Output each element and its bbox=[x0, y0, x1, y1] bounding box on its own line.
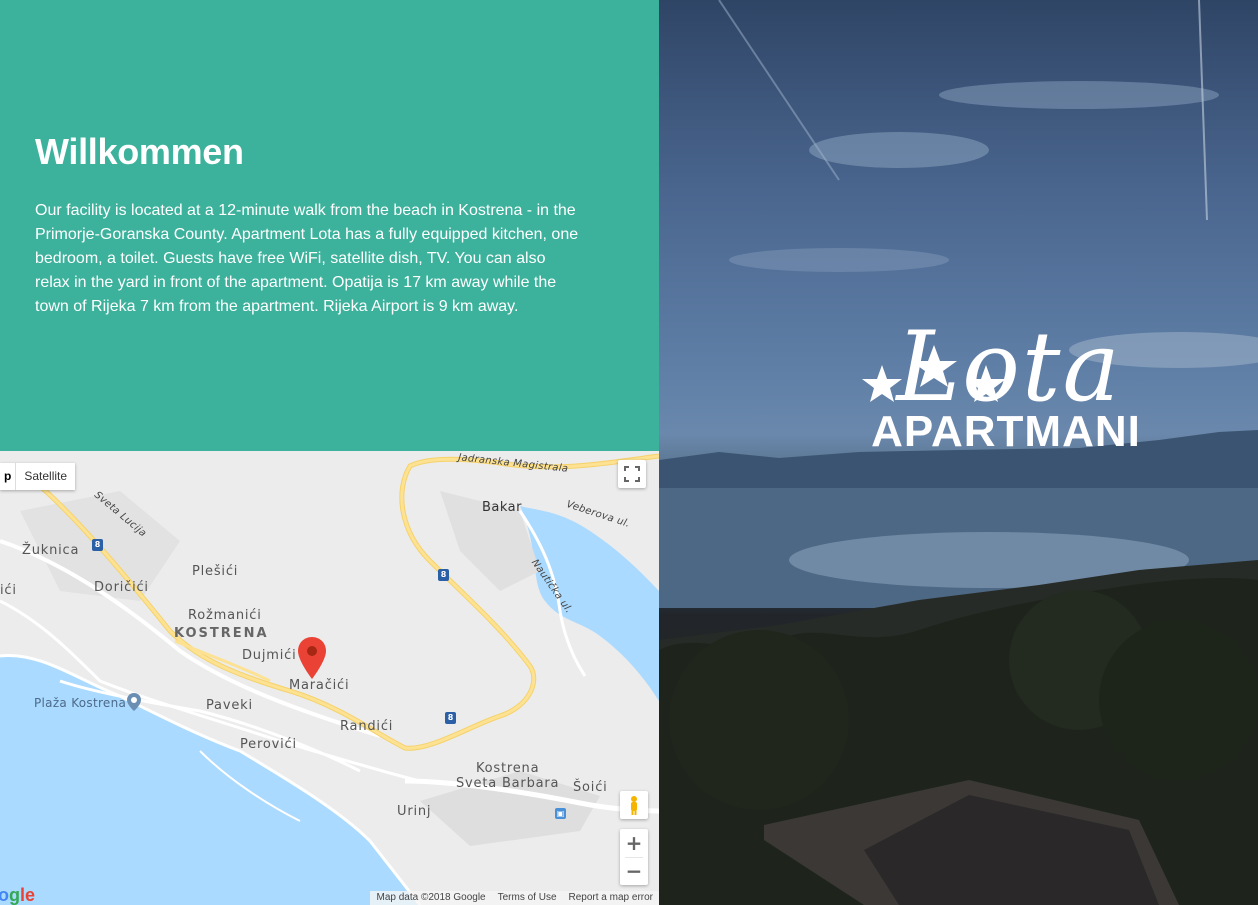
zoom-control: + − bbox=[620, 829, 648, 885]
map-label-randici: Randići bbox=[340, 719, 394, 734]
lota-apartmani-logo: Lota APARTMANI bbox=[854, 319, 1164, 455]
map-attribution: Map data ©2018 Google Terms of Use Repor… bbox=[370, 891, 659, 905]
welcome-description: Our facility is located at a 12-minute w… bbox=[35, 202, 579, 315]
fullscreen-icon bbox=[624, 466, 640, 482]
map-label-rozmanici: Rožmanići bbox=[188, 608, 262, 623]
terms-of-use-link[interactable]: Terms of Use bbox=[498, 891, 557, 905]
map-label-doricici: Doričići bbox=[94, 580, 149, 595]
road-shield: 8 bbox=[438, 569, 449, 581]
map-data-credit: Map data ©2018 Google bbox=[376, 892, 486, 903]
stars-icon bbox=[862, 345, 1006, 402]
map-type-control: p Satellite bbox=[0, 463, 76, 490]
map-label-kostrena: KOSTRENA bbox=[174, 626, 269, 641]
fullscreen-button[interactable] bbox=[618, 460, 646, 488]
zoom-in-button[interactable]: + bbox=[620, 829, 648, 857]
map-label-zuknica: Žuknica bbox=[22, 543, 80, 558]
map-label-sveta-barbara: Sveta Barbara bbox=[456, 776, 560, 791]
zoom-out-button[interactable]: − bbox=[620, 857, 648, 885]
street-view-button[interactable] bbox=[620, 791, 648, 819]
pegman-icon bbox=[631, 796, 637, 815]
map-label-plaza: Plaža Kostrena bbox=[34, 696, 127, 710]
map-label-kostrena-sb: Kostrena bbox=[476, 761, 540, 776]
road-shield: 8 bbox=[92, 539, 103, 551]
welcome-section: Willkommen Our facility is located at a … bbox=[0, 0, 659, 451]
map-type-map-button[interactable]: p bbox=[0, 463, 17, 490]
map-label-maracici: Maračići bbox=[289, 678, 350, 693]
report-map-error-link[interactable]: Report a map error bbox=[569, 891, 653, 905]
welcome-title: Willkommen bbox=[35, 131, 244, 172]
map-label-urinj: Urinj bbox=[397, 804, 432, 819]
road-shield: 8 bbox=[445, 712, 456, 724]
map-label-paveki: Paveki bbox=[206, 698, 253, 713]
poi-marker-icon[interactable] bbox=[127, 693, 141, 711]
map-label-plesici: Plešići bbox=[192, 564, 239, 579]
map-label-bakar: Bakar bbox=[482, 500, 522, 515]
google-map[interactable]: Jadranska Magistrala Bakar Veberova ul. … bbox=[0, 451, 659, 905]
google-logo[interactable]: ogle bbox=[0, 885, 35, 905]
transit-icon: ▣ bbox=[555, 808, 566, 819]
map-type-satellite-button[interactable]: Satellite bbox=[16, 463, 75, 490]
map-label-perovici: Perovići bbox=[240, 737, 297, 752]
location-pin-icon[interactable] bbox=[298, 637, 326, 679]
map-label-dujmici: Dujmići bbox=[242, 648, 297, 663]
hero-image: Lota APARTMANI bbox=[659, 0, 1258, 905]
map-label-soici: Šoići bbox=[573, 780, 608, 795]
map-label-ici: ići bbox=[0, 583, 17, 598]
